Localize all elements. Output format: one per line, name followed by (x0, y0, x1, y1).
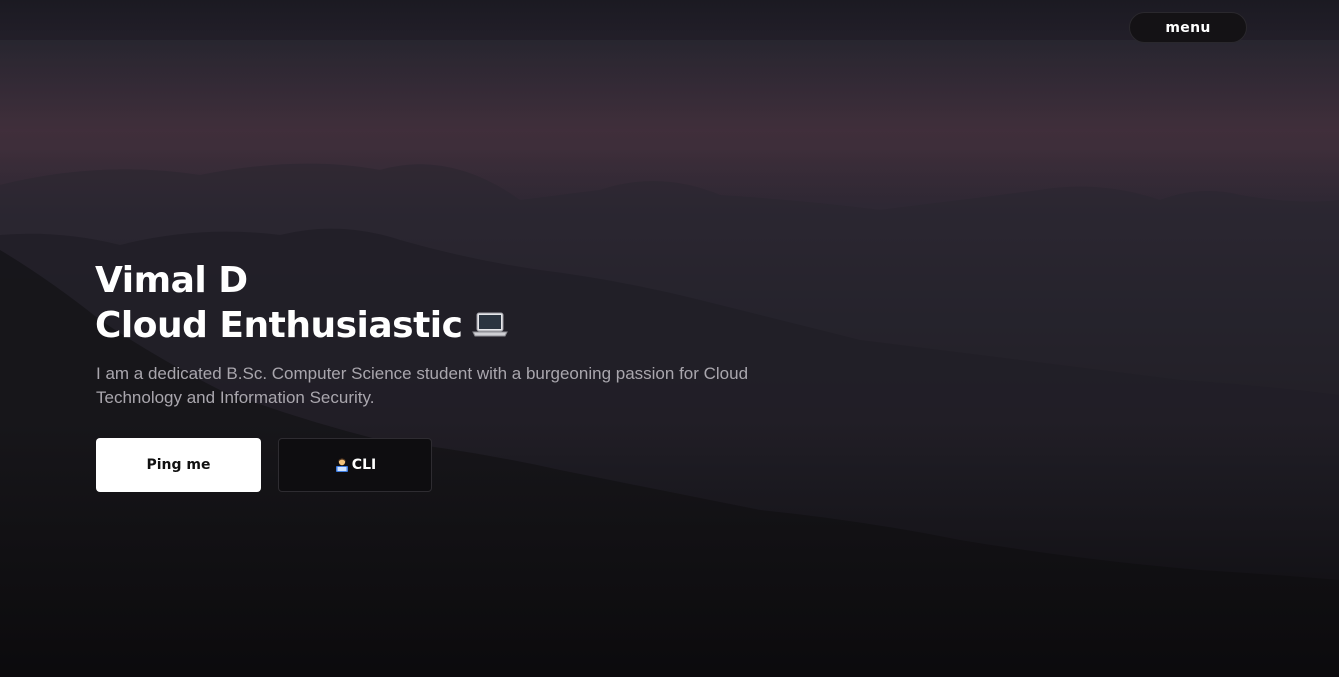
laptop-icon (471, 312, 508, 337)
hero-name: Vimal D (95, 260, 248, 301)
ping-me-button[interactable]: Ping me (96, 438, 261, 492)
hero-description: I am a dedicated B.Sc. Computer Science … (96, 364, 749, 407)
cli-button-label: CLI (351, 457, 377, 473)
technologist-icon (335, 458, 348, 472)
hero-title: Vimal D Cloud Enthusiastic (95, 258, 509, 348)
hero-section: menu Vimal D Cloud Enthusiastic I am a d… (0, 0, 1339, 677)
hero-tagline-line: Cloud Enthusiastic (95, 303, 509, 348)
hero-tagline: Cloud Enthusiastic (95, 305, 463, 346)
cli-button[interactable]: CLI (278, 438, 432, 492)
menu-button[interactable]: menu (1129, 12, 1247, 43)
